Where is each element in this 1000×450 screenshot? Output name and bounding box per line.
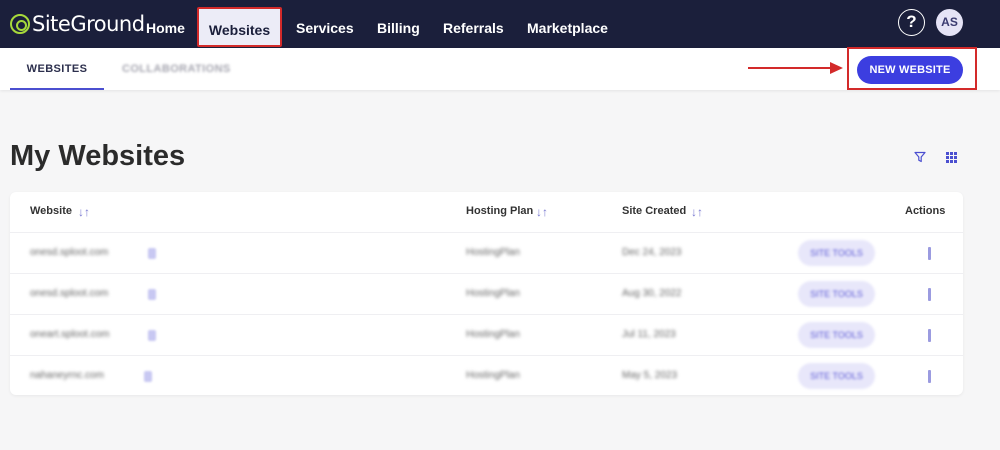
more-actions-icon[interactable]: [928, 370, 931, 383]
table-row[interactable]: onesd.sploot.com HostingPlan Dec 24, 202…: [10, 232, 963, 273]
hosting-plan: HostingPlan: [466, 370, 520, 381]
sort-icon[interactable]: ↓↑: [536, 205, 548, 219]
site-tools-button[interactable]: SITE TOOLS: [798, 240, 875, 266]
tab-collaborations[interactable]: COLLABORATIONS: [122, 48, 231, 90]
tab-websites[interactable]: WEBSITES: [10, 48, 104, 90]
website-badge: [148, 248, 156, 259]
table-row[interactable]: nahaneyrnc.com HostingPlan May 5, 2023 S…: [10, 355, 963, 396]
nav-home[interactable]: Home: [146, 0, 185, 48]
nav-billing[interactable]: Billing: [377, 0, 420, 48]
website-name[interactable]: nahaneyrnc.com: [30, 370, 104, 381]
top-navigation: SiteGround Home Websites Services Billin…: [0, 0, 1000, 48]
more-actions-icon[interactable]: [928, 288, 931, 301]
help-icon[interactable]: ?: [898, 9, 925, 36]
new-website-button[interactable]: NEW WEBSITE: [857, 56, 963, 84]
site-tools-button[interactable]: SITE TOOLS: [798, 322, 875, 348]
sort-icon[interactable]: ↓↑: [78, 205, 90, 219]
site-tools-button[interactable]: SITE TOOLS: [798, 363, 875, 389]
annotation-arrow: [748, 67, 832, 69]
logo-text: SiteGround: [32, 12, 145, 36]
website-badge: [148, 289, 156, 300]
site-created-date: Dec 24, 2023: [622, 247, 682, 258]
site-created-date: Jul 11, 2023: [622, 329, 676, 340]
website-badge: [144, 371, 152, 382]
table-row[interactable]: onesd.sploot.com HostingPlan Aug 30, 202…: [10, 273, 963, 314]
site-created-date: Aug 30, 2022: [622, 288, 682, 299]
nav-websites[interactable]: Websites: [197, 7, 282, 47]
websites-table: Website ↓↑ Hosting Plan ↓↑ Site Created …: [10, 192, 963, 395]
column-header-hosting-plan[interactable]: Hosting Plan: [466, 205, 533, 217]
website-name[interactable]: onesd.sploot.com: [30, 247, 108, 258]
column-header-actions: Actions: [905, 205, 946, 217]
nav-referrals[interactable]: Referrals: [443, 0, 504, 48]
logo-icon: [10, 14, 30, 34]
sort-icon[interactable]: ↓↑: [691, 205, 703, 219]
website-name[interactable]: onesd.sploot.com: [30, 288, 108, 299]
hosting-plan: HostingPlan: [466, 288, 520, 299]
page-title: My Websites: [10, 140, 186, 172]
siteground-logo[interactable]: SiteGround: [10, 11, 145, 37]
more-actions-icon[interactable]: [928, 247, 931, 260]
nav-services[interactable]: Services: [296, 0, 354, 48]
column-header-website[interactable]: Website: [30, 205, 72, 217]
hosting-plan: HostingPlan: [466, 329, 520, 340]
grid-view-icon[interactable]: [946, 152, 957, 163]
website-badge: [148, 330, 156, 341]
website-name[interactable]: oneart.sploot.com: [30, 329, 110, 340]
user-avatar[interactable]: AS: [936, 9, 963, 36]
annotation-arrow-head: [830, 62, 843, 74]
table-row[interactable]: oneart.sploot.com HostingPlan Jul 11, 20…: [10, 314, 963, 355]
hosting-plan: HostingPlan: [466, 247, 520, 258]
filter-icon[interactable]: [914, 151, 926, 163]
site-tools-button[interactable]: SITE TOOLS: [798, 281, 875, 307]
site-created-date: May 5, 2023: [622, 370, 678, 381]
more-actions-icon[interactable]: [928, 329, 931, 342]
nav-marketplace[interactable]: Marketplace: [527, 0, 608, 48]
column-header-site-created[interactable]: Site Created: [622, 205, 686, 217]
